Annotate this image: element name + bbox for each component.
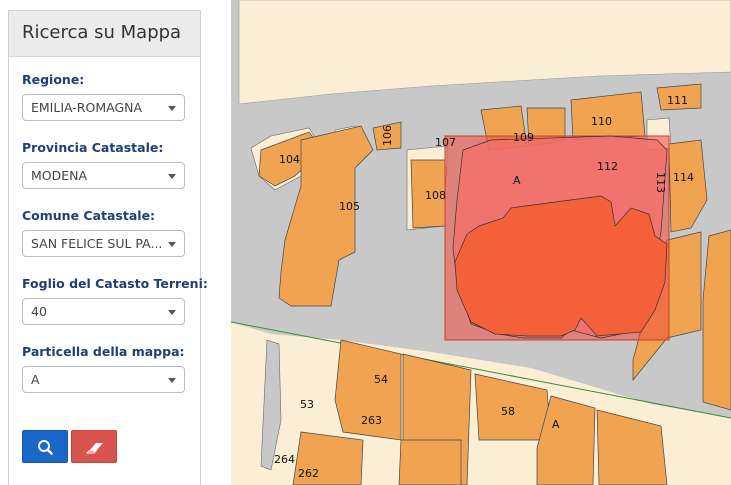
parcel-label-263: 263 xyxy=(361,414,382,427)
parcel-label-a: A xyxy=(513,174,521,187)
province-select-value: MODENA xyxy=(31,168,88,183)
parcel-label-109: 109 xyxy=(513,131,534,144)
parcel-select[interactable]: A xyxy=(22,366,185,393)
parcel-label-111: 111 xyxy=(667,94,688,107)
cadastral-map[interactable]: 104 105 106 107 108 109 110 111 112 113 … xyxy=(231,0,731,485)
parcel-label-54: 54 xyxy=(374,373,388,386)
clear-button[interactable] xyxy=(71,430,117,463)
parcel-label-110: 110 xyxy=(591,115,612,128)
eraser-icon xyxy=(85,443,103,454)
map-canvas[interactable]: 104 105 106 107 108 109 110 111 112 113 … xyxy=(231,0,731,485)
parcel-label-104: 104 xyxy=(279,153,300,166)
search-panel: Ricerca su Mappa Regione: EMILIA-ROMAGNA… xyxy=(8,10,208,485)
municipality-select[interactable]: SAN FELICE SUL PA... xyxy=(22,230,185,257)
region-label: Regione: xyxy=(22,72,85,87)
parcel-label-262: 262 xyxy=(298,467,319,480)
chevron-down-icon xyxy=(168,242,176,247)
chevron-down-icon xyxy=(168,378,176,383)
parcel-label-264: 264 xyxy=(274,453,295,466)
sheet-field: Foglio del Catasto Terreni: 40 xyxy=(22,276,208,325)
parcel-label-114: 114 xyxy=(673,171,694,184)
parcel-label-108: 108 xyxy=(425,189,446,202)
sheet-select[interactable]: 40 xyxy=(22,298,185,325)
province-label: Provincia Catastale: xyxy=(22,140,164,155)
province-select[interactable]: MODENA xyxy=(22,162,185,189)
region-field: Regione: EMILIA-ROMAGNA xyxy=(22,72,185,121)
region-select-value: EMILIA-ROMAGNA xyxy=(31,100,143,115)
parcel-label-105: 105 xyxy=(339,200,360,213)
search-icon xyxy=(38,440,53,455)
parcel-label-112: 112 xyxy=(597,160,618,173)
parcel-label-53: 53 xyxy=(300,398,314,411)
chevron-down-icon xyxy=(168,106,176,111)
panel-header: Ricerca su Mappa xyxy=(9,11,200,57)
municipality-select-value: SAN FELICE SUL PA... xyxy=(31,236,163,251)
parcel-label-58: 58 xyxy=(501,405,515,418)
sheet-select-value: 40 xyxy=(31,304,47,319)
parcel-field: Particella della mappa: A xyxy=(22,344,185,393)
region-select[interactable]: EMILIA-ROMAGNA xyxy=(22,94,185,121)
sheet-label: Foglio del Catasto Terreni: xyxy=(22,276,208,291)
chevron-down-icon xyxy=(168,174,176,179)
parcel-label-107: 107 xyxy=(435,136,456,149)
parcel-label-106: 106 xyxy=(381,125,394,146)
parcel-label-a-2: A xyxy=(552,418,560,431)
province-field: Provincia Catastale: MODENA xyxy=(22,140,185,189)
panel-title: Ricerca su Mappa xyxy=(22,22,182,43)
parcel-label: Particella della mappa: xyxy=(22,344,185,359)
municipality-field: Comune Catastale: SAN FELICE SUL PA... xyxy=(22,208,185,257)
chevron-down-icon xyxy=(168,310,176,315)
parcel-select-value: A xyxy=(31,372,40,387)
search-button[interactable] xyxy=(22,430,68,463)
municipality-label: Comune Catastale: xyxy=(22,208,156,223)
parcel-label-113: 113 xyxy=(654,172,667,193)
